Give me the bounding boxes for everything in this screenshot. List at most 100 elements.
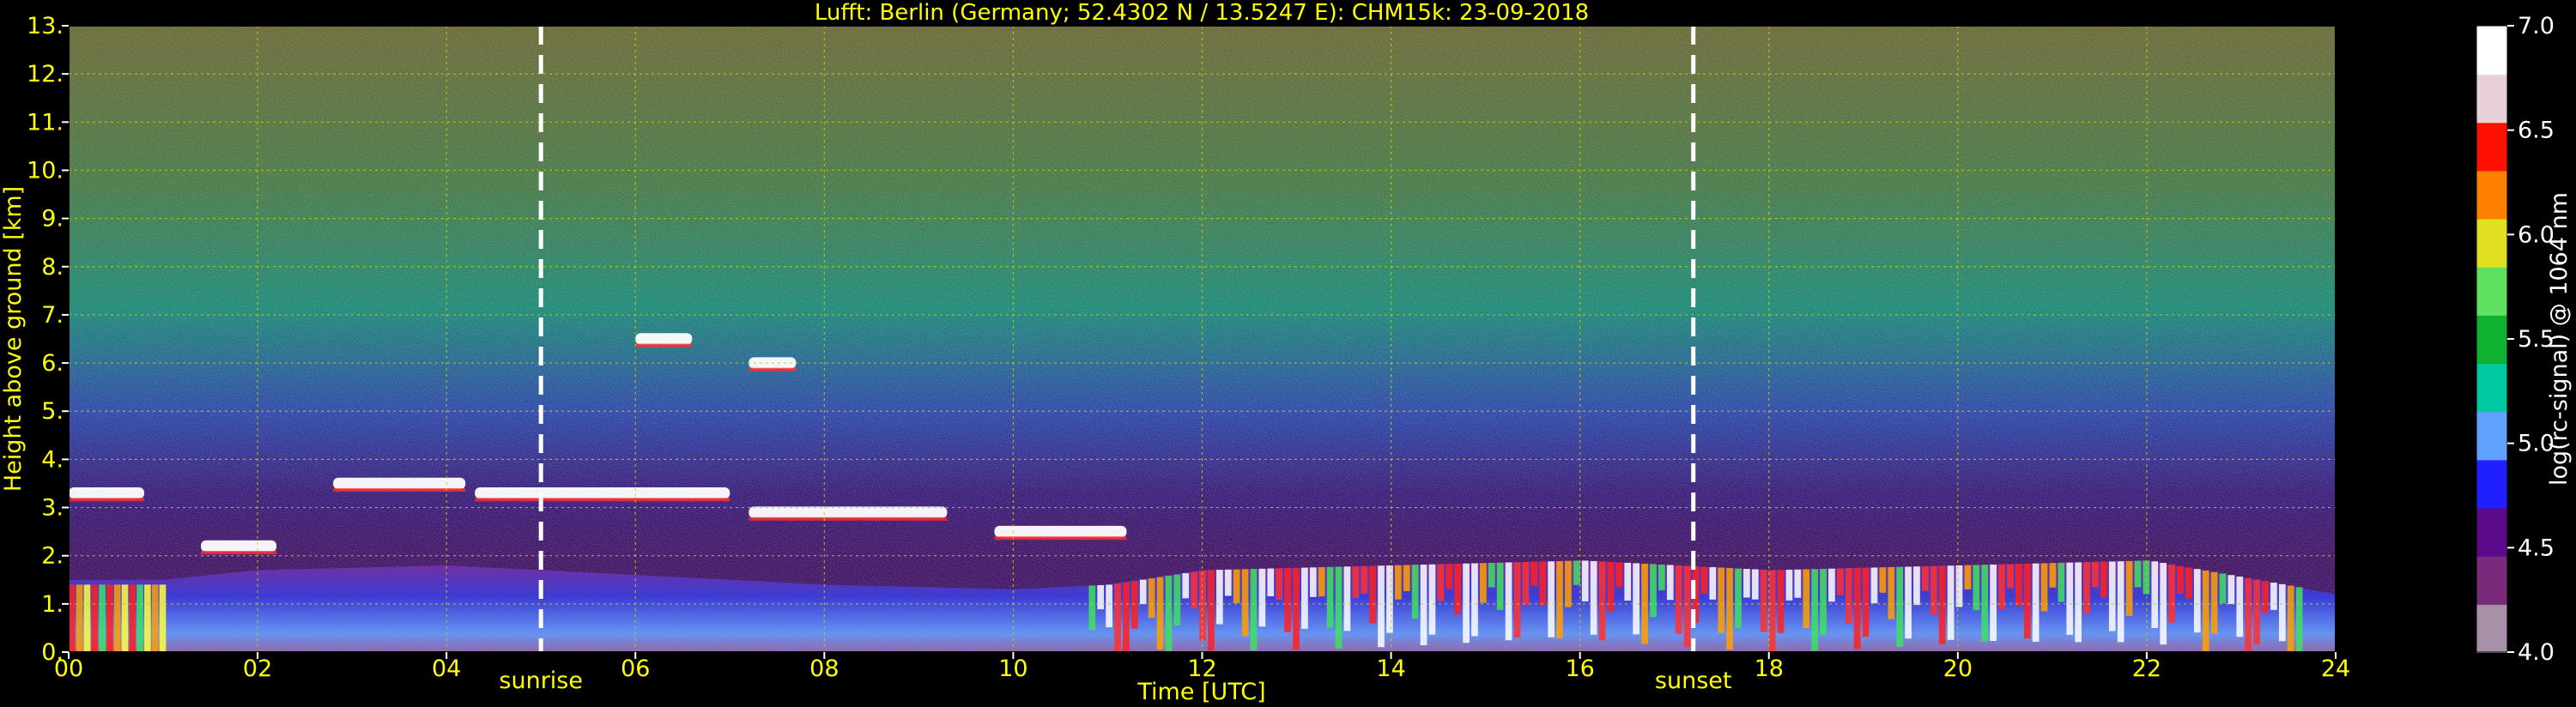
boundary-layer-column [1496, 562, 1504, 610]
y-tick-label: 5. [41, 398, 64, 425]
y-tick-label: 9. [41, 206, 64, 233]
colorbar-segment [2476, 603, 2507, 653]
x-tick-label: 24 [2321, 656, 2350, 682]
boundary-layer-column [1233, 569, 1240, 604]
boundary-layer-column [1964, 565, 1972, 589]
boundary-layer-column [1114, 583, 1121, 652]
boundary-layer-column [1446, 564, 1453, 589]
boundary-layer-column [1922, 565, 1929, 591]
boundary-layer-column [1488, 563, 1495, 588]
boundary-layer-column [1709, 567, 1717, 600]
boundary-layer-column [2287, 585, 2294, 652]
boundary-layer-column [1097, 585, 1105, 610]
cloud-layer [201, 540, 277, 553]
boundary-layer-column [1191, 571, 1197, 609]
residual-layer-column [144, 584, 151, 652]
cloud-base-edge [475, 498, 730, 502]
boundary-layer-column [1539, 561, 1547, 606]
boundary-layer-column [1139, 579, 1147, 605]
boundary-layer-column [1267, 568, 1275, 596]
boundary-layer-column [1836, 568, 1844, 595]
boundary-layer-column [2270, 583, 2277, 610]
residual-layer-column [151, 584, 159, 652]
residual-layer-column [91, 584, 99, 652]
x-axis-label: Time [UTC] [1136, 679, 1265, 705]
boundary-layer-column [2032, 563, 2040, 642]
x-tick-label: 02 [243, 656, 272, 682]
y-tick-label: 6. [41, 350, 64, 377]
boundary-layer-column [2143, 560, 2150, 595]
colorbar-segment [2476, 122, 2507, 172]
colorbar-segment [2476, 170, 2507, 220]
colorbar-segment [2476, 507, 2507, 557]
boundary-layer-column [1123, 582, 1130, 652]
residual-layer-column [83, 584, 91, 652]
x-axis-tick-labels: 00 02 04 06 08 10 12 14 16 18 20 22 24 [54, 652, 2350, 682]
boundary-layer-column [1106, 584, 1112, 628]
boundary-layer-column [2227, 575, 2235, 605]
boundary-layer-column [1199, 571, 1206, 641]
boundary-layer-column [1309, 567, 1317, 597]
boundary-layer-column [2177, 565, 2184, 595]
boundary-layer-column [1513, 562, 1521, 638]
x-tick-label: 10 [998, 656, 1027, 682]
boundary-layer-column [1896, 566, 1904, 647]
y-tick-label: 2. [41, 543, 64, 570]
boundary-layer-column [1615, 562, 1623, 588]
boundary-layer-column [1241, 569, 1249, 637]
boundary-layer-column [1785, 570, 1793, 601]
cloud-layer [635, 333, 693, 345]
boundary-layer-column [1598, 561, 1606, 641]
colorbar-tick-label: 6.5 [2518, 118, 2555, 144]
boundary-layer-column [1208, 570, 1215, 651]
colorbar-segment [2476, 363, 2507, 413]
boundary-layer-column [2108, 561, 2116, 631]
boundary-layer-column [1768, 570, 1776, 652]
y-tick-label: 13. [27, 13, 64, 39]
residual-layer-column [106, 584, 113, 652]
boundary-layer-column [1318, 567, 1325, 597]
boundary-layer-column [2151, 561, 2159, 628]
cloud-base-edge [994, 536, 1127, 541]
boundary-layer-column [1777, 570, 1785, 633]
colorbar-segment [2476, 74, 2507, 124]
y-tick-label: 7. [41, 302, 64, 329]
boundary-layer-column [1522, 562, 1530, 606]
boundary-layer-column [2117, 561, 2124, 643]
y-axis-tick-labels: 0. 1. 2. 3. 4. 5. 6. 7. 8. 9. 10. 11. 12. 13. [27, 13, 69, 666]
boundary-layer-column [1471, 563, 1478, 637]
boundary-layer-column [1590, 560, 1597, 635]
boundary-layer-column [1530, 561, 1538, 586]
annotation-labels: sunrise sunset [499, 668, 1731, 694]
boundary-layer-column [1182, 573, 1190, 599]
boundary-layer-column [1650, 564, 1657, 618]
boundary-layer-column [1386, 565, 1393, 633]
sun-event-label: sunset [1655, 668, 1732, 694]
boundary-layer-column [1981, 565, 1989, 642]
x-tick-label: 14 [1376, 656, 1405, 682]
colorbar-segment [2476, 266, 2507, 316]
residual-layer-column [113, 584, 121, 652]
y-tick-label: 10. [27, 157, 64, 184]
colorbar-segment [2476, 218, 2507, 268]
boundary-layer-column [2245, 577, 2252, 652]
boundary-layer-column [2058, 562, 2065, 602]
boundary-layer-column [1683, 565, 1691, 648]
y-tick-label: 11. [27, 109, 64, 136]
boundary-layer-column [1173, 574, 1181, 626]
boundary-layer-column [2100, 561, 2107, 598]
boundary-layer-column [1428, 564, 1436, 635]
colorbar-segment [2476, 459, 2507, 509]
boundary-layer-column [1276, 568, 1283, 600]
boundary-layer-column [1845, 568, 1852, 624]
boundary-layer-column [1820, 569, 1827, 636]
colorbar-segment [2476, 411, 2507, 461]
boundary-layer-column [1803, 569, 1810, 629]
y-tick-label: 12. [27, 61, 64, 88]
y-tick-label: 3. [41, 495, 64, 522]
cloud-layer [69, 486, 145, 499]
residual-layer-column [76, 584, 83, 652]
boundary-layer-column [1411, 565, 1419, 619]
residual-layer-column [99, 584, 106, 652]
x-tick-label: 22 [2132, 656, 2161, 682]
